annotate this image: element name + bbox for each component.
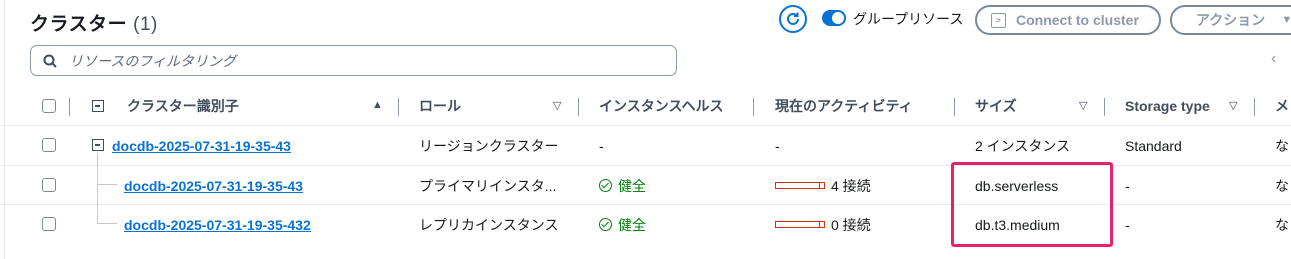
instance-id-link[interactable]: docdb-2025-07-31-19-35-432 bbox=[124, 217, 311, 233]
column-divider bbox=[753, 98, 754, 116]
column-divider bbox=[1254, 98, 1255, 116]
tree-connector bbox=[97, 184, 117, 185]
column-divider bbox=[398, 98, 399, 116]
health-text: 健全 bbox=[618, 177, 646, 194]
column-header-activity[interactable]: 現在のアクティビティ bbox=[775, 90, 913, 122]
sort-ascending-icon[interactable]: ▲ bbox=[372, 99, 383, 111]
column-header-cut[interactable]: メ bbox=[1275, 90, 1289, 122]
column-header-identifier[interactable]: クラスター識別子 bbox=[127, 90, 239, 122]
size-highlight-box bbox=[951, 162, 1113, 247]
search-input[interactable] bbox=[67, 51, 631, 70]
actions-button-label: アクション bbox=[1196, 12, 1266, 28]
role-cell: リージョンクラスター bbox=[419, 137, 559, 154]
activity-text: 4 接続 bbox=[831, 177, 871, 194]
group-resources-label: グループリソース bbox=[853, 11, 964, 27]
activity-bar bbox=[775, 221, 825, 228]
refresh-button[interactable] bbox=[779, 5, 807, 33]
collapse-icon[interactable] bbox=[92, 139, 104, 151]
cluster-count: (1) bbox=[133, 14, 158, 35]
storage-cell: - bbox=[1125, 216, 1130, 233]
cut-cell: な bbox=[1275, 216, 1289, 233]
column-header-role[interactable]: ロール bbox=[419, 90, 461, 122]
select-all-checkbox[interactable] bbox=[42, 99, 56, 113]
instance-id-link[interactable]: docdb-2025-07-31-19-35-43 bbox=[124, 178, 303, 194]
column-header-storage[interactable]: Storage type bbox=[1125, 90, 1210, 122]
cut-cell: な bbox=[1275, 137, 1289, 154]
row-checkbox[interactable] bbox=[42, 138, 56, 152]
cut-cell: な bbox=[1275, 177, 1289, 194]
health-cell: - bbox=[599, 137, 604, 154]
storage-cell: - bbox=[1125, 177, 1130, 194]
table-row: docdb-2025-07-31-19-35-43 リージョンクラスター - -… bbox=[0, 125, 1291, 165]
terminal-icon: > bbox=[991, 12, 1006, 28]
role-cell: プライマリインスタ... bbox=[419, 177, 557, 194]
title-text: クラスター bbox=[30, 14, 128, 35]
column-header-health[interactable]: インスタンスヘルス bbox=[599, 90, 723, 122]
sort-icon[interactable]: ▽ bbox=[553, 99, 561, 112]
check-circle-icon bbox=[599, 218, 612, 231]
tree-connector bbox=[97, 223, 117, 224]
page-title: クラスター (1) bbox=[30, 9, 158, 36]
health-status: 健全 bbox=[599, 176, 646, 196]
column-header-size[interactable]: サイズ bbox=[975, 90, 1017, 122]
row-checkbox[interactable] bbox=[42, 178, 56, 192]
filter-search bbox=[30, 45, 677, 76]
activity-text: 0 接続 bbox=[831, 216, 871, 233]
table-header: クラスター識別子 ▲ ロール ▽ インスタンスヘルス 現在のアクティビティ サイ… bbox=[0, 90, 1291, 122]
health-status: 健全 bbox=[599, 215, 646, 235]
activity-cell: - bbox=[775, 137, 780, 154]
column-divider bbox=[954, 98, 955, 116]
column-divider bbox=[578, 98, 579, 116]
caret-down-icon: ▼ bbox=[1281, 14, 1291, 26]
actions-button[interactable]: アクション ▼ bbox=[1170, 5, 1291, 35]
connect-button-label: Connect to cluster bbox=[1016, 12, 1139, 28]
storage-cell: Standard bbox=[1125, 137, 1182, 154]
cluster-id-link[interactable]: docdb-2025-07-31-19-35-43 bbox=[112, 138, 291, 154]
column-divider bbox=[69, 98, 70, 116]
search-icon bbox=[43, 54, 57, 68]
group-resources-toggle[interactable] bbox=[822, 10, 846, 26]
sort-icon[interactable]: ▽ bbox=[1079, 99, 1087, 112]
check-circle-icon bbox=[599, 179, 612, 192]
connect-to-cluster-button[interactable]: > Connect to cluster bbox=[975, 5, 1161, 35]
role-cell: レプリカインスタンス bbox=[419, 216, 559, 233]
activity-bar bbox=[775, 182, 825, 189]
chevron-left-icon[interactable]: ‹ bbox=[1271, 50, 1276, 68]
refresh-icon bbox=[787, 12, 799, 25]
health-text: 健全 bbox=[618, 216, 646, 233]
size-cell: 2 インスタンス bbox=[975, 137, 1071, 154]
column-divider bbox=[1104, 98, 1105, 116]
tree-connector bbox=[97, 153, 98, 223]
collapse-all-icon[interactable] bbox=[92, 100, 104, 112]
sort-icon[interactable]: ▽ bbox=[1229, 99, 1237, 112]
row-checkbox[interactable] bbox=[42, 217, 56, 231]
